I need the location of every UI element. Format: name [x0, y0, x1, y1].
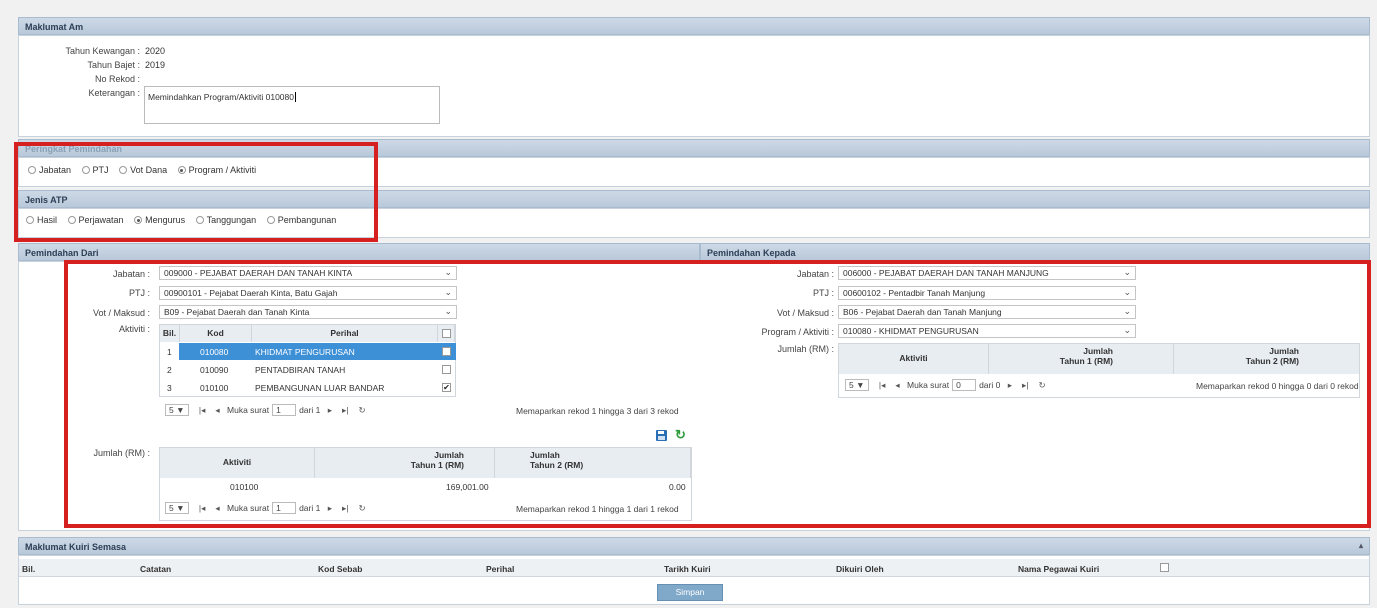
keterangan-label: Keterangan : [88, 88, 140, 98]
no-rekod-label: No Rekod : [94, 74, 140, 84]
kuiri-header-perihal: Perihal [486, 564, 515, 574]
tahun-kewangan-value: 2020 [145, 46, 166, 56]
pemindahan-kepada-title: Pemindahan Kepada [707, 248, 796, 258]
keterangan-textarea[interactable]: Memindahkan Program/Aktiviti 010080 [144, 86, 440, 124]
kuiri-header: Maklumat Kuiri Semasa ▴ [18, 537, 1370, 555]
tahun-bajet-label: Tahun Bajet : [87, 60, 140, 70]
kuiri-header-tarikh: Tarikh Kuiri [664, 564, 711, 574]
maklumat-am-title: Maklumat Am [25, 22, 84, 32]
kuiri-header-catatan: Catatan [140, 564, 172, 574]
pemindahan-dari-title: Pemindahan Dari [25, 248, 99, 258]
kuiri-header-kod-sebab: Kod Sebab [318, 564, 363, 574]
tahun-kewangan-label: Tahun Kewangan : [65, 46, 140, 56]
maklumat-am-header: Maklumat Am [18, 17, 1370, 35]
kuiri-select-all-checkbox[interactable] [1160, 563, 1169, 572]
highlight-box-radios [14, 142, 378, 242]
pemindahan-kepada-header: Pemindahan Kepada [700, 243, 1370, 261]
keterangan-text: Memindahkan Program/Aktiviti 010080 [148, 92, 294, 102]
tahun-bajet-value: 2019 [145, 60, 166, 70]
simpan-button[interactable]: Simpan [657, 584, 723, 601]
kuiri-header-nama-pegawai: Nama Pegawai Kuiri [1018, 564, 1100, 574]
highlight-box-pemindahan [64, 260, 1371, 528]
kuiri-header-dikuiri-oleh: Dikuiri Oleh [836, 564, 884, 574]
kuiri-header-bil: Bil. [22, 564, 36, 574]
collapse-icon[interactable]: ▴ [1359, 541, 1363, 550]
kuiri-title: Maklumat Kuiri Semasa [25, 542, 127, 552]
pemindahan-dari-header: Pemindahan Dari [18, 243, 700, 261]
